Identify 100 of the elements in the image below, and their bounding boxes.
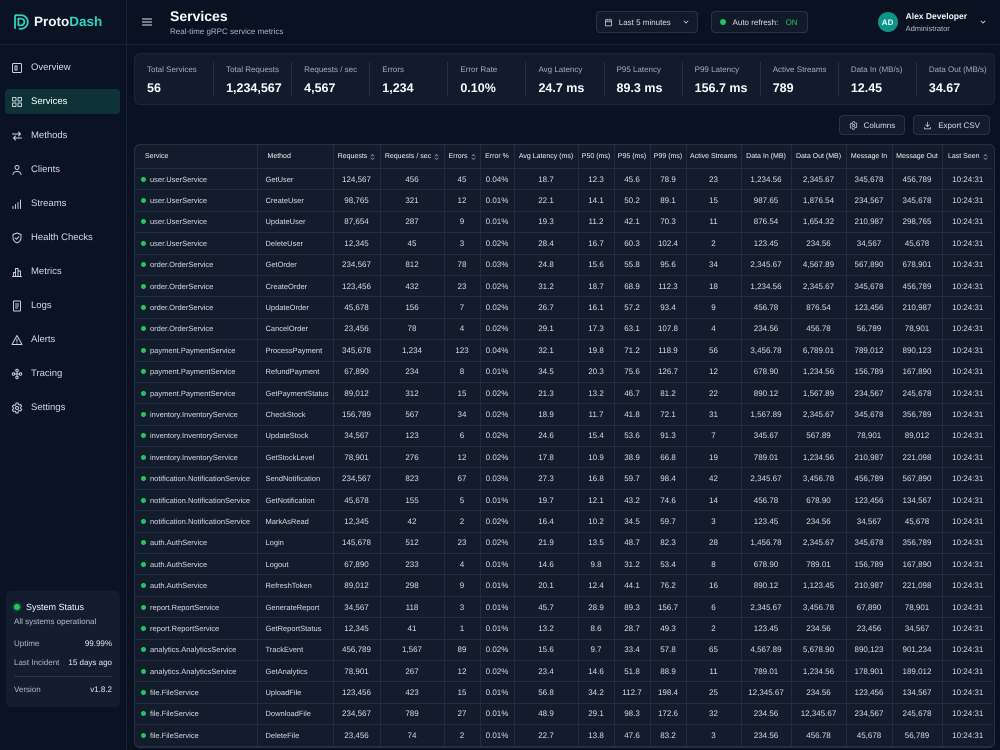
table-cell: 118 [380, 596, 444, 618]
table-cell: 15.6 [514, 639, 578, 660]
columns-button[interactable]: Columns [838, 115, 906, 135]
table-cell: 4 [444, 554, 480, 575]
table-cell: 1,567 [380, 639, 444, 660]
table-cell: 31.2 [514, 275, 578, 297]
table-cell: 678,901 [892, 254, 942, 276]
table-cell: 10:24:31 [942, 724, 993, 746]
menu-icon[interactable] [141, 16, 153, 28]
table-cell: 65 [686, 639, 741, 660]
table-cell: 789.01 [741, 446, 791, 468]
nav-item[interactable]: Streams [5, 191, 120, 216]
nav-item[interactable]: Settings [5, 395, 120, 420]
nav-item[interactable]: Overview [5, 55, 120, 80]
time-range-dropdown[interactable]: Last 5 minutes [596, 11, 698, 33]
table-cell: 10:24:31 [942, 382, 993, 404]
stat-value: 34.67 [928, 81, 962, 95]
table-cell: 2,345.67 [791, 404, 846, 426]
sort-icon[interactable] [470, 152, 476, 160]
nav-item[interactable]: Logs [5, 293, 120, 318]
table-cell: 3,456.78 [741, 340, 791, 362]
table-cell: 112.7 [614, 682, 650, 704]
table-cell: 17.8 [514, 446, 578, 468]
sort-icon[interactable] [982, 152, 988, 160]
table-cell: 28.4 [514, 232, 578, 254]
table-cell: 0.02% [480, 404, 514, 426]
table-cell: 0.02% [480, 639, 514, 660]
table-cell: 34,567 [892, 618, 942, 640]
table-cell: 10:24:31 [942, 318, 993, 340]
stat-label: Total Requests [226, 65, 280, 75]
table-cell: 823 [380, 468, 444, 490]
table-cell: 0.02% [480, 232, 514, 254]
table-cell: 10:24:31 [942, 682, 993, 704]
table-cell: 8 [444, 361, 480, 382]
table-cell: 901,234 [892, 639, 942, 660]
table-cell: 0.02% [480, 510, 514, 532]
auto-refresh-toggle[interactable]: Auto refresh: ON [710, 11, 808, 33]
table-cell: 15.6 [578, 254, 614, 276]
table-cell: 5,678.90 [791, 639, 846, 660]
table-cell: 567 [380, 404, 444, 426]
table-cell: 0.04% [480, 340, 514, 362]
table-cell: 456,789 [333, 639, 380, 660]
table-cell: 34,567 [846, 232, 892, 254]
table-cell: 112.3 [650, 275, 686, 297]
table-cell: 298 [380, 574, 444, 596]
status-value: 15 days ago [68, 658, 112, 668]
nav-item[interactable]: Alerts [5, 327, 120, 352]
table-cell: 210,987 [846, 446, 892, 468]
table-cell: 19.7 [514, 489, 578, 511]
swap-arrows-icon [11, 130, 23, 142]
table-cell: 56 [686, 340, 741, 362]
nav-item[interactable]: Services [5, 89, 120, 114]
table-cell: 72.1 [650, 404, 686, 426]
table-cell: 98.3 [614, 703, 650, 725]
table-cell: 4 [686, 318, 741, 340]
chevron-down-icon[interactable] [979, 18, 987, 26]
nav-item[interactable]: Tracing [5, 361, 120, 386]
nav-item[interactable]: Methods [5, 123, 120, 148]
table-cell: 18 [686, 275, 741, 297]
table-cell: 167,890 [892, 361, 942, 382]
version-label: Version [14, 685, 41, 695]
table-cell: 145,678 [333, 532, 380, 554]
table-cell: 345,678 [333, 340, 380, 362]
table-cell: 16.7 [578, 232, 614, 254]
table-cell: 234,567 [846, 703, 892, 725]
table-cell: 123,456 [846, 489, 892, 511]
table-cell: 10:24:31 [942, 190, 993, 212]
table-cell: 345,678 [846, 168, 892, 190]
table-cell: 66.8 [650, 446, 686, 468]
table-cell: 456,789 [846, 468, 892, 490]
table-cell: 12,345 [333, 232, 380, 254]
table-cell: 12.3 [578, 168, 614, 190]
nav-item[interactable]: Health Checks [5, 225, 120, 250]
table-cell: 57.2 [614, 296, 650, 318]
sort-icon[interactable] [434, 152, 440, 160]
table-cell: 14.6 [514, 554, 578, 575]
nav-item[interactable]: Metrics [5, 259, 120, 284]
table-cell: 13.2 [514, 618, 578, 640]
table-cell: 34 [686, 254, 741, 276]
table-cell: 2,345.67 [791, 532, 846, 554]
table-cell: 1,456.78 [741, 532, 791, 554]
table-cell: 10:24:31 [942, 232, 993, 254]
table-cell: 56.8 [514, 682, 578, 704]
table-cell: 4,567.89 [791, 254, 846, 276]
table-cell: 1,234 [380, 340, 444, 362]
table-cell: 10:24:31 [942, 275, 993, 297]
nav-item[interactable]: Clients [5, 157, 120, 182]
table-cell: 23 [686, 168, 741, 190]
table-cell: 11 [686, 211, 741, 233]
stat-label: Data In (MB/s) [850, 65, 904, 75]
table-cell: 0.01% [480, 724, 514, 746]
table-cell: 31.2 [614, 554, 650, 575]
table-cell: 42.1 [614, 211, 650, 233]
table-cell: 43.2 [614, 489, 650, 511]
sort-icon[interactable] [370, 152, 376, 160]
stat-value: 24.7 ms [538, 81, 586, 95]
export-csv-button[interactable]: Export CSV [913, 115, 990, 135]
logo-icon [12, 13, 30, 31]
stat-value: 56 [147, 81, 162, 95]
table-cell: 13.8 [578, 724, 614, 746]
